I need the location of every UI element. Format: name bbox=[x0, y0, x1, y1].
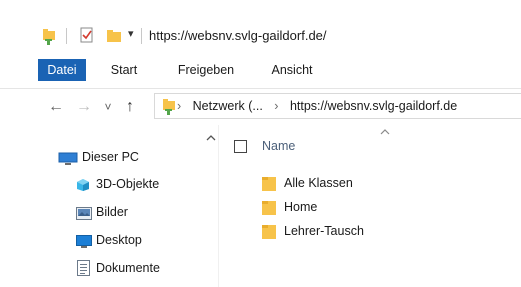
nav-item-label: Bilder bbox=[96, 205, 128, 219]
properties-icon[interactable] bbox=[80, 27, 94, 43]
3d-objects-icon bbox=[76, 177, 90, 199]
breadcrumb-separator: › bbox=[274, 99, 279, 113]
quick-access-dropdown-icon[interactable]: ▾ bbox=[128, 27, 134, 40]
file-name: Home bbox=[284, 200, 318, 214]
list-item[interactable]: Home bbox=[262, 196, 512, 218]
folder-icon bbox=[262, 176, 278, 191]
breadcrumb-item-netzwerk[interactable]: Netzwerk (... bbox=[193, 99, 263, 113]
tab-start[interactable]: Start bbox=[104, 59, 144, 81]
tab-ansicht[interactable]: Ansicht bbox=[264, 59, 320, 81]
address-bar[interactable]: › Netzwerk (... › https://websnv.svlg-ga… bbox=[154, 93, 521, 119]
new-folder-icon[interactable] bbox=[106, 28, 122, 44]
file-name: Alle Klassen bbox=[284, 176, 353, 190]
documents-icon bbox=[77, 260, 90, 283]
sort-ascending-icon bbox=[380, 127, 390, 138]
ribbon-tabs: Datei Start Freigeben Ansicht bbox=[0, 59, 521, 83]
nav-item-label: Dokumente bbox=[96, 261, 160, 275]
recent-locations-icon[interactable]: ˅ bbox=[100, 97, 116, 117]
breadcrumb-item-url[interactable]: https://websnv.svlg-gaildorf.de bbox=[290, 99, 457, 113]
title-bar: ▾ https://websnv.svlg-gaildorf.de/ bbox=[0, 0, 521, 54]
folder-icon bbox=[262, 200, 278, 215]
list-item[interactable]: Lehrer-Tausch bbox=[262, 220, 512, 242]
breadcrumb: › Netzwerk (... › https://websnv.svlg-ga… bbox=[177, 98, 457, 114]
column-header-name[interactable]: Name bbox=[262, 138, 295, 154]
folder-pin-icon bbox=[41, 28, 57, 46]
desktop-icon bbox=[76, 233, 92, 255]
back-icon[interactable]: ← bbox=[46, 97, 66, 117]
folder-icon bbox=[262, 224, 278, 239]
pictures-icon bbox=[76, 205, 92, 227]
title-separator bbox=[141, 28, 142, 44]
list-item[interactable]: Alle Klassen bbox=[262, 172, 512, 194]
select-all-checkbox[interactable] bbox=[234, 140, 247, 153]
tab-datei[interactable]: Datei bbox=[38, 59, 86, 81]
computer-icon bbox=[58, 151, 78, 173]
navigation-bar: ← → ˅ ↑ › Netzwerk (... › https://websnv… bbox=[0, 88, 521, 125]
file-name: Lehrer-Tausch bbox=[284, 224, 364, 238]
up-icon[interactable]: ↑ bbox=[120, 97, 140, 117]
title-separator bbox=[66, 28, 67, 44]
window-title: https://websnv.svlg-gaildorf.de/ bbox=[149, 28, 327, 43]
tab-freigeben[interactable]: Freigeben bbox=[170, 59, 242, 81]
network-folder-icon bbox=[161, 98, 177, 116]
scroll-up-icon[interactable] bbox=[206, 134, 216, 144]
breadcrumb-separator: › bbox=[177, 99, 182, 113]
forward-icon[interactable]: → bbox=[74, 97, 94, 117]
nav-item-label: Dieser PC bbox=[82, 150, 139, 164]
nav-item-label: Desktop bbox=[96, 233, 142, 247]
nav-item-label: 3D-Objekte bbox=[96, 177, 160, 191]
